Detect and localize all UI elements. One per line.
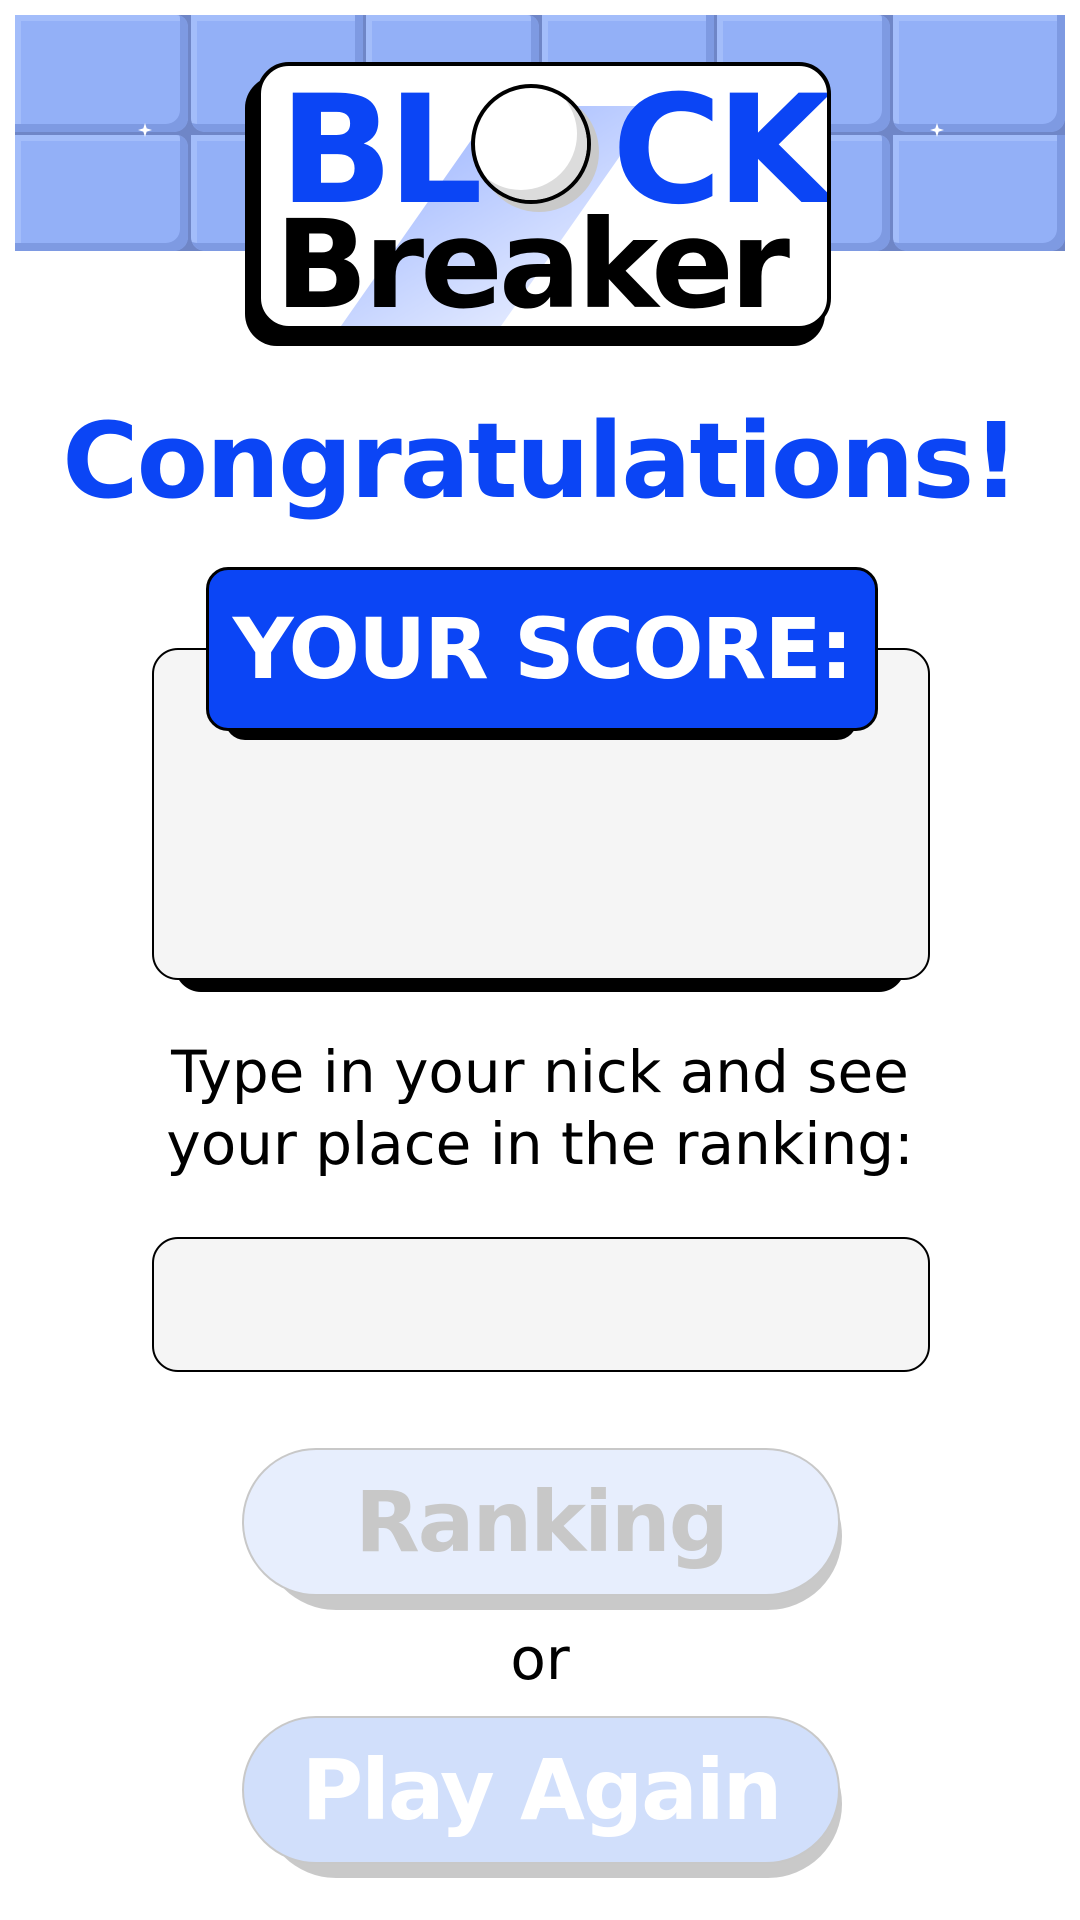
nick-instructions: Type in your nick and see your place in … <box>0 1036 1080 1180</box>
congratulations-heading: Congratulations! <box>62 400 1020 522</box>
brick <box>892 15 1065 132</box>
nick-input[interactable] <box>152 1237 930 1372</box>
instructions-line-2: your place in the ranking: <box>166 1110 914 1178</box>
brick <box>892 134 1065 251</box>
ball-icon <box>471 84 591 204</box>
logo-word-breaker: Breaker <box>275 194 790 330</box>
instructions-line-1: Type in your nick and see <box>171 1038 909 1106</box>
game-logo: BL CK Breaker <box>245 62 840 346</box>
or-separator: or <box>510 1625 570 1693</box>
score-label: YOUR SCORE: <box>206 567 878 731</box>
ranking-button[interactable]: Ranking <box>242 1448 840 1596</box>
brick <box>15 134 188 251</box>
play-again-button[interactable]: Play Again <box>242 1716 840 1864</box>
brick <box>15 15 188 132</box>
logo-card: BL CK Breaker <box>257 62 831 330</box>
